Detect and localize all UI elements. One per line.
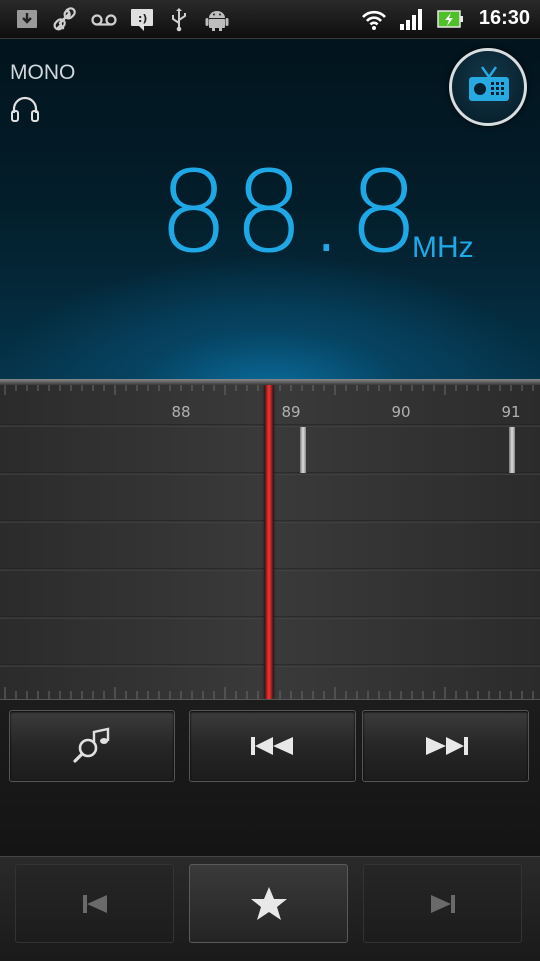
link-icon xyxy=(53,7,76,31)
tuner-tick-label: 90 xyxy=(391,403,411,421)
status-bar: :) 16:30 xyxy=(0,0,540,39)
preset-marker xyxy=(509,427,515,473)
frequency-unit: MHz xyxy=(412,231,474,264)
usb-icon xyxy=(172,8,186,32)
favorite-star-icon xyxy=(250,886,287,920)
favorite-button[interactable] xyxy=(189,864,348,943)
voicemail-icon xyxy=(91,14,117,26)
tuner-tick-label: 89 xyxy=(281,403,301,421)
preset-marker xyxy=(300,427,306,473)
signal-icon xyxy=(400,9,422,30)
headphones-icon xyxy=(11,96,39,122)
download-icon xyxy=(17,10,37,28)
audio-mode-label: MONO xyxy=(10,61,76,84)
next-favorite-icon xyxy=(430,894,455,913)
android-icon xyxy=(205,11,229,31)
tuner-tick-label: 88 xyxy=(171,403,191,421)
messaging-icon: :) xyxy=(131,9,153,31)
next-favorite-button[interactable] xyxy=(363,864,522,943)
status-time: 16:30 xyxy=(478,7,530,29)
seek-back-icon xyxy=(250,737,293,755)
battery-charging-icon xyxy=(437,10,463,28)
seek-back-button[interactable] xyxy=(189,710,356,782)
control-panel xyxy=(0,699,540,857)
track-identify-icon xyxy=(73,727,110,763)
tuner-tick-label: 91 xyxy=(501,403,521,421)
track-id-button[interactable] xyxy=(9,710,175,782)
frequency-value: 88.8 xyxy=(158,148,424,278)
frequency-display: MONO 88.8 MHz xyxy=(0,39,540,379)
previous-favorite-icon xyxy=(82,894,107,913)
wifi-icon xyxy=(362,10,386,30)
bottom-bar xyxy=(0,856,540,961)
tuner-dial[interactable]: 88 89 90 91 xyxy=(0,385,540,699)
radio-source-button[interactable] xyxy=(449,48,527,126)
radio-icon xyxy=(469,66,509,101)
tuner-needle[interactable] xyxy=(265,385,273,699)
previous-favorite-button[interactable] xyxy=(15,864,174,943)
seek-forward-icon xyxy=(425,737,468,755)
svg-text::): :) xyxy=(138,12,147,25)
seek-forward-button[interactable] xyxy=(362,710,529,782)
